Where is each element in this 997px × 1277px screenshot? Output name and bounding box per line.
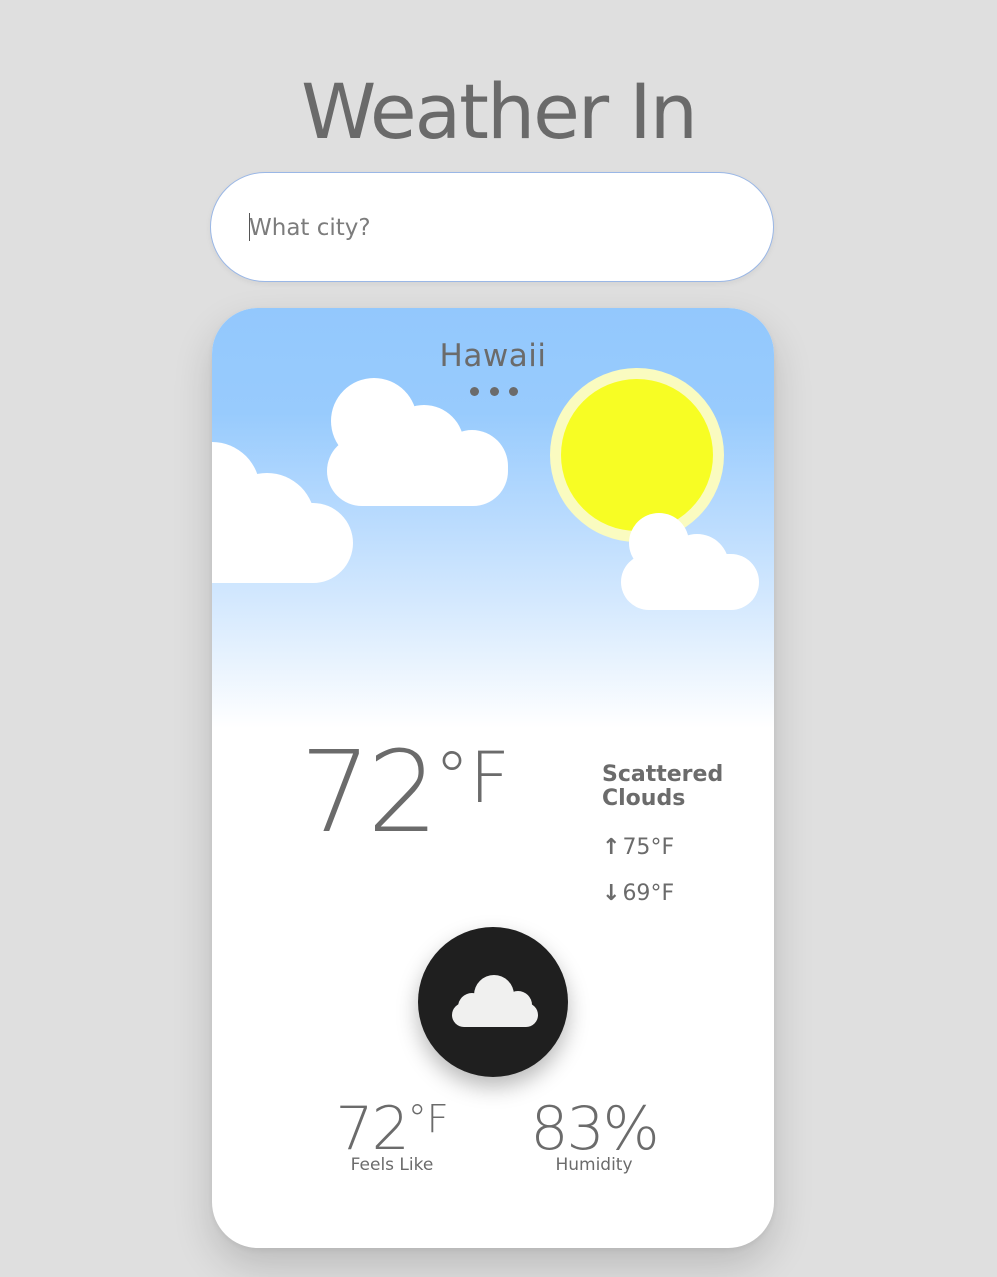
low-temperature-unit: °F <box>650 881 675 906</box>
app-title: Weather In <box>301 67 698 156</box>
cloud-icon <box>452 975 538 1027</box>
city-name: Hawaii <box>439 338 547 374</box>
current-temperature-value: 72 <box>300 728 439 858</box>
condition-icon-badge <box>418 927 568 1077</box>
humidity-stat: 83% Humidity <box>514 1093 674 1175</box>
feels-like-unit: °F <box>407 1097 449 1141</box>
search-box[interactable] <box>210 172 774 282</box>
low-temperature-value: 69 <box>622 881 651 906</box>
current-temperature-unit: °F <box>434 737 510 819</box>
weather-condition: Scattered Clouds <box>602 762 724 811</box>
weather-card: Hawaii 72°F Scattered Clouds ↑ 75 °F ↓ 69… <box>212 308 774 1248</box>
more-options-icon[interactable] <box>470 385 518 397</box>
low-temperature: ↓ 69 °F <box>602 881 674 906</box>
feels-like-value: 72 <box>335 1094 409 1164</box>
arrow-down-icon: ↓ <box>602 881 621 906</box>
sky-scene: Hawaii <box>212 308 774 728</box>
high-temperature-value: 75 <box>622 835 651 860</box>
high-temperature-unit: °F <box>650 835 675 860</box>
cloud-shape-middle <box>327 378 508 506</box>
city-search-input[interactable] <box>249 203 729 253</box>
text-cursor <box>249 213 250 241</box>
current-temperature: 72°F <box>300 726 510 860</box>
cloud-shape-right <box>621 513 759 610</box>
sun-icon <box>550 368 724 542</box>
feels-like-stat: 72°F Feels Like <box>312 1093 472 1175</box>
high-temperature: ↑ 75 °F <box>602 835 674 860</box>
arrow-up-icon: ↑ <box>602 835 621 860</box>
